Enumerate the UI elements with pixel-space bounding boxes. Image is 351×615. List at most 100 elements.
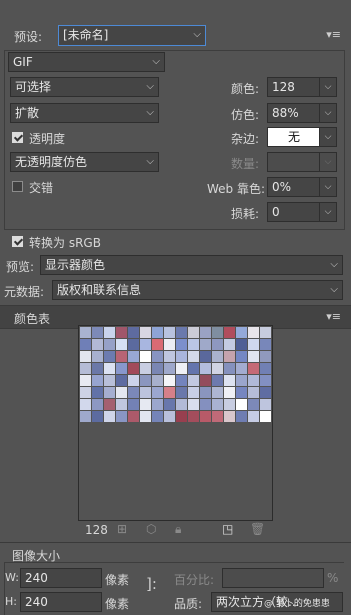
color-swatch[interactable] [260,399,271,410]
color-swatch[interactable] [212,327,223,338]
color-swatch[interactable] [212,387,223,398]
color-swatch[interactable] [212,363,223,374]
color-swatch[interactable] [248,375,259,386]
colors-combo[interactable]: 128 ⌵ [267,77,337,97]
color-swatch[interactable] [104,375,115,386]
color-swatch[interactable] [224,411,235,422]
color-swatch[interactable] [164,327,175,338]
color-swatch[interactable] [92,351,103,362]
color-swatch[interactable] [260,327,271,338]
web-shift-icon[interactable]: ⬡ [146,522,156,536]
color-swatch[interactable] [176,399,187,410]
color-swatch[interactable] [176,375,187,386]
color-swatch[interactable] [128,327,139,338]
color-swatch[interactable] [116,375,127,386]
color-swatch[interactable] [188,339,199,350]
preset-select[interactable]: [未命名] ⌵ [58,25,206,46]
color-swatch[interactable] [116,411,127,422]
map-to-web-icon[interactable]: ⊞ [117,522,127,536]
color-swatch[interactable] [260,387,271,398]
metadata-select[interactable]: 版权和联系信息 ⌵ [52,280,343,300]
color-swatch[interactable] [152,399,163,410]
color-swatch[interactable] [164,375,175,386]
color-swatch[interactable] [224,387,235,398]
color-swatch[interactable] [116,327,127,338]
format-select[interactable]: GIF ⌵ [8,52,165,72]
color-swatch[interactable] [92,411,103,422]
dither-combo[interactable]: 88% ⌵ [267,103,337,123]
width-input[interactable]: 240 [20,568,102,588]
color-swatch[interactable] [164,363,175,374]
color-swatch[interactable] [104,363,115,374]
color-swatch[interactable] [236,411,247,422]
color-swatch[interactable] [140,399,151,410]
color-swatch[interactable] [104,399,115,410]
color-swatch[interactable] [104,327,115,338]
color-swatch[interactable] [140,387,151,398]
color-swatch[interactable] [188,411,199,422]
color-swatch[interactable] [152,327,163,338]
color-swatch[interactable] [248,411,259,422]
color-swatch[interactable] [224,351,235,362]
color-swatch[interactable] [152,339,163,350]
color-swatch[interactable] [140,411,151,422]
color-swatch[interactable] [260,351,271,362]
color-swatch[interactable] [92,375,103,386]
lossy-combo[interactable]: 0 ⌵ [267,202,337,222]
color-swatch[interactable] [92,387,103,398]
color-swatch[interactable] [140,327,151,338]
dither-algorithm-select[interactable]: 扩散 ⌵ [10,103,159,123]
color-swatch[interactable] [236,375,247,386]
color-swatch[interactable] [248,387,259,398]
color-swatch[interactable] [248,339,259,350]
color-swatch[interactable] [92,363,103,374]
color-swatch[interactable] [140,351,151,362]
color-swatch[interactable] [200,387,211,398]
color-swatch[interactable] [128,411,139,422]
preview-select[interactable]: 显示器颜色 ⌵ [40,255,343,275]
color-swatch[interactable] [212,411,223,422]
color-swatch[interactable] [224,375,235,386]
color-swatch[interactable] [224,339,235,350]
color-swatch[interactable] [116,387,127,398]
color-swatch[interactable] [224,363,235,374]
trash-icon[interactable]: 🗑︎ [250,522,265,536]
web-snap-combo[interactable]: 0% ⌵ [267,177,337,197]
color-table-grid[interactable] [78,325,273,521]
color-swatch[interactable] [176,351,187,362]
color-swatch[interactable] [164,411,175,422]
color-swatch[interactable] [92,327,103,338]
color-swatch[interactable] [248,363,259,374]
color-swatch[interactable] [200,375,211,386]
color-swatch[interactable] [152,351,163,362]
color-swatch[interactable] [104,351,115,362]
color-swatch[interactable] [140,375,151,386]
color-swatch[interactable] [128,363,139,374]
interlaced-checkbox[interactable] [12,181,23,192]
color-table-menu-icon[interactable]: ▾≡ [326,310,341,323]
color-swatch[interactable] [236,363,247,374]
color-swatch[interactable] [164,387,175,398]
color-swatch[interactable] [260,363,271,374]
color-swatch[interactable] [236,351,247,362]
color-swatch[interactable] [224,399,235,410]
color-swatch[interactable] [200,351,211,362]
color-swatch[interactable] [212,339,223,350]
color-swatch[interactable] [188,327,199,338]
color-swatch[interactable] [152,363,163,374]
color-swatch[interactable] [188,351,199,362]
color-swatch[interactable] [200,363,211,374]
lock-icon[interactable]: 🔒︎ [175,522,181,537]
matte-swatch[interactable]: 无 [268,128,320,146]
color-swatch[interactable] [104,411,115,422]
color-swatch[interactable] [104,387,115,398]
color-swatch[interactable] [236,327,247,338]
color-swatch[interactable] [128,339,139,350]
color-swatch[interactable] [200,411,211,422]
color-swatch[interactable] [212,375,223,386]
transparency-checkbox[interactable] [12,132,23,143]
color-swatch[interactable] [236,339,247,350]
color-swatch[interactable] [248,351,259,362]
color-swatch[interactable] [116,351,127,362]
color-swatch[interactable] [80,375,91,386]
